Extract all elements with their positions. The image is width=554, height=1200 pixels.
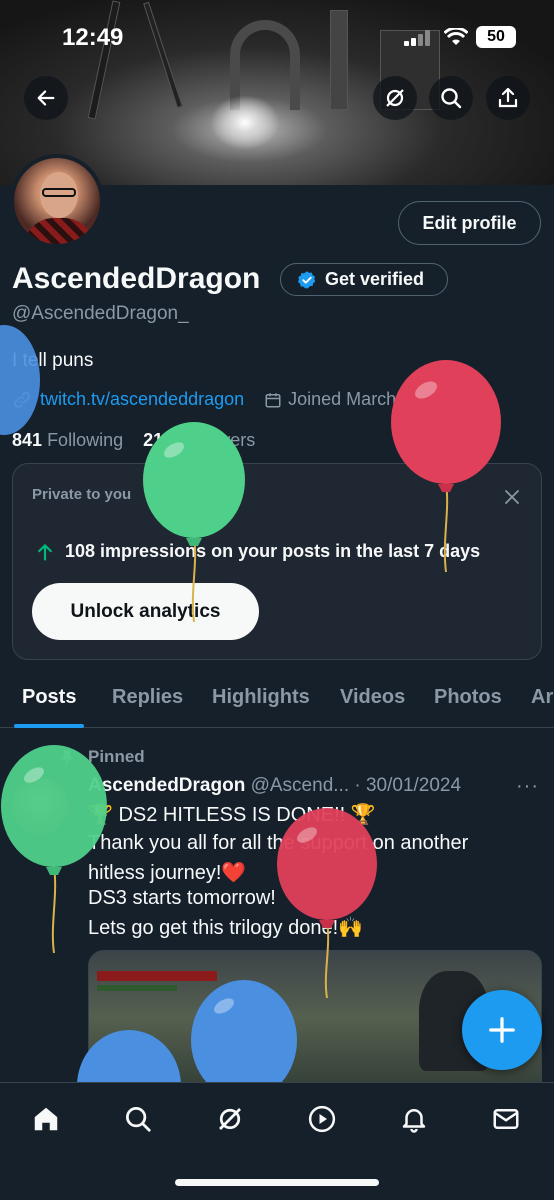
grok-icon xyxy=(219,1108,241,1130)
active-tab-indicator xyxy=(14,724,84,728)
profile-handle: @AscendedDragon_ xyxy=(12,303,189,324)
avatar-glasses xyxy=(42,188,76,197)
more-options-icon[interactable]: ··· xyxy=(516,775,539,798)
analytics-card: Private to you 108 impressions on your p… xyxy=(12,463,542,660)
post-avatar[interactable] xyxy=(12,778,68,834)
post-text-line: DS3 starts tomorrow! xyxy=(88,887,276,909)
card-private-label: Private to you xyxy=(32,486,132,503)
verified-badge-icon xyxy=(298,270,316,288)
following-count: 841 xyxy=(12,430,43,450)
post-text-line: Thank you all for all the support on ano… xyxy=(88,832,469,854)
post-handle-date: @Ascend... · 30/01/2024 xyxy=(250,775,462,796)
post-text-line: 🏆 DS2 HITLESS IS DONE!! 🏆 xyxy=(88,804,376,826)
impressions-text: 108 impressions on your posts in the las… xyxy=(65,541,481,561)
get-verified-label: Get verified xyxy=(325,269,425,289)
tab-articles[interactable]: Ar xyxy=(531,686,553,709)
game-stamina-bar xyxy=(97,985,177,991)
post-text-line: Lets go get this trilogy done!🙌 xyxy=(88,917,364,939)
close-icon[interactable] xyxy=(503,488,521,506)
followers-label: Followers xyxy=(178,430,256,450)
mail-icon xyxy=(493,1109,519,1129)
cellular-signal-icon xyxy=(404,30,430,46)
tab-highlights[interactable]: Highlights xyxy=(212,686,310,709)
nav-search[interactable] xyxy=(108,1101,168,1137)
display-name: AscendedDragon xyxy=(12,262,261,295)
home-icon xyxy=(34,1107,58,1131)
post-author[interactable]: AscendedDragon xyxy=(88,775,245,796)
back-button[interactable] xyxy=(24,76,68,120)
game-health-bar xyxy=(97,971,217,981)
battery-indicator: 50 xyxy=(476,26,516,48)
status-bar: 12:49 50 xyxy=(0,20,554,56)
search-icon xyxy=(441,88,462,109)
status-time: 12:49 xyxy=(62,24,124,51)
follow-stats: 841 Following 217 Followers xyxy=(12,430,255,451)
grok-icon xyxy=(386,89,404,107)
post-header: AscendedDragon @Ascend... · 30/01/2024 xyxy=(88,775,461,797)
search-button[interactable] xyxy=(429,76,473,120)
profile-meta: twitch.tv/ascendeddragon Joined March 20… xyxy=(12,389,441,410)
pin-icon xyxy=(61,750,73,765)
banner-tree xyxy=(87,0,121,120)
avatar-shirt xyxy=(24,218,94,244)
followers-link[interactable]: 217 Followers xyxy=(143,430,255,450)
get-verified-button[interactable]: Get verified xyxy=(280,263,448,296)
edit-profile-button[interactable]: Edit profile xyxy=(398,201,541,245)
profile-joined: Joined March 2021 xyxy=(288,389,442,409)
share-icon xyxy=(498,87,518,108)
banner-light xyxy=(210,95,280,150)
impressions-summary: 108 impressions on your posts in the las… xyxy=(35,541,480,562)
tab-replies[interactable]: Replies xyxy=(112,686,183,709)
grok-button[interactable] xyxy=(373,76,417,120)
wifi-icon xyxy=(444,28,468,45)
bell-icon xyxy=(402,1109,426,1133)
avatar[interactable] xyxy=(10,154,104,248)
tab-photos[interactable]: Photos xyxy=(434,686,502,709)
nav-home[interactable] xyxy=(16,1101,76,1137)
play-icon xyxy=(308,1105,336,1133)
search-icon xyxy=(126,1107,151,1132)
link-icon xyxy=(14,391,30,408)
plus-icon xyxy=(489,1017,515,1043)
nav-grok[interactable] xyxy=(200,1101,260,1137)
tab-videos[interactable]: Videos xyxy=(340,686,405,709)
following-label: Following xyxy=(47,430,124,450)
pinned-label: Pinned xyxy=(88,747,145,766)
following-link[interactable]: 841 Following xyxy=(12,430,123,450)
followers-count: 217 xyxy=(143,430,174,450)
share-button[interactable] xyxy=(486,76,530,120)
calendar-icon xyxy=(265,392,281,407)
home-indicator[interactable] xyxy=(175,1179,379,1186)
compose-button[interactable] xyxy=(462,990,542,1070)
nav-messages[interactable] xyxy=(476,1101,536,1137)
arrow-left-icon xyxy=(37,90,55,106)
profile-bio: I tell puns xyxy=(12,350,94,371)
arrow-up-icon xyxy=(38,543,52,561)
post-text-line: hitless journey!❤️ xyxy=(88,862,247,884)
profile-tabs: Posts Replies Highlights Videos Photos A… xyxy=(0,672,554,728)
unlock-analytics-button[interactable]: Unlock analytics xyxy=(32,583,259,640)
tab-posts[interactable]: Posts xyxy=(22,686,76,709)
nav-video[interactable] xyxy=(292,1101,352,1137)
profile-link[interactable]: twitch.tv/ascendeddragon xyxy=(40,389,244,410)
nav-notifications[interactable] xyxy=(384,1101,444,1137)
